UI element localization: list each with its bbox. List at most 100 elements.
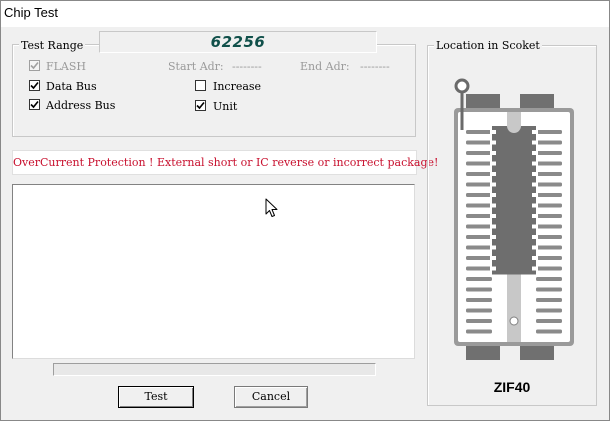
unit-label: Unit xyxy=(213,100,238,113)
socket-pin-right-19 xyxy=(536,319,562,323)
increase-checkbox[interactable] xyxy=(195,80,206,91)
checkmark-icon xyxy=(30,100,39,109)
socket-pin-right-4 xyxy=(536,161,562,166)
flash-label: FLASH xyxy=(46,60,87,73)
socket-pin-left-6 xyxy=(466,182,492,187)
checkmark-icon xyxy=(30,81,39,90)
socket-lever-knob xyxy=(454,78,470,94)
socket-pin-right-18 xyxy=(536,308,562,313)
test-log-area[interactable] xyxy=(12,184,415,359)
chip-pin-left-2 xyxy=(490,140,496,145)
socket-bottom-left-block xyxy=(466,344,500,360)
socket-type-label: ZIF40 xyxy=(493,379,531,395)
chip-name: 62256 xyxy=(210,33,266,51)
unit-checkbox[interactable] xyxy=(195,100,206,111)
socket-pin-right-20 xyxy=(536,329,562,334)
chip-pin-left-9 xyxy=(490,214,496,218)
socket-pin-left-10 xyxy=(466,224,492,229)
chip-pin-right-6 xyxy=(532,182,538,187)
cancel-button[interactable]: Cancel xyxy=(234,386,308,408)
start-adr-value: -------- xyxy=(232,60,262,73)
chip-pin-right-13 xyxy=(532,256,538,260)
socket-pin-left-4 xyxy=(466,161,492,166)
window-title: Chip Test xyxy=(4,5,58,20)
test-progress-bar xyxy=(53,363,376,376)
socket-pin-right-9 xyxy=(536,214,562,218)
chip-pin-left-4 xyxy=(490,161,496,166)
socket-pin-right-16 xyxy=(536,287,562,292)
socket-pin-left-20 xyxy=(466,329,492,334)
status-message: OverCurrent Protection ! External short … xyxy=(13,156,439,169)
socket-top-right-block xyxy=(520,94,554,110)
socket-pin-right-2 xyxy=(536,140,562,145)
socket-pin-left-9 xyxy=(466,214,492,218)
socket-pin-left-15 xyxy=(466,277,492,281)
chip-pin-left-5 xyxy=(490,172,496,176)
chip-pin-right-7 xyxy=(532,193,538,197)
chip-pin-right-10 xyxy=(532,224,538,229)
socket-pin-left-8 xyxy=(466,203,492,208)
chip-pin-left-7 xyxy=(490,193,496,197)
socket-pin-left-16 xyxy=(466,287,492,292)
chip-pin-right-9 xyxy=(532,214,538,218)
socket-pin-left-11 xyxy=(466,235,492,239)
socket-pin-left-2 xyxy=(466,140,492,145)
socket-pin-left-19 xyxy=(466,319,492,323)
data-bus-checkbox[interactable] xyxy=(29,80,40,91)
address-bus-checkbox[interactable] xyxy=(29,99,40,110)
socket-pin-left-18 xyxy=(466,308,492,313)
chip-pin-right-2 xyxy=(532,140,538,145)
socket-pin-right-6 xyxy=(536,182,562,187)
socket-hole-indicator xyxy=(509,316,519,326)
socket-pin-right-8 xyxy=(536,203,562,208)
increase-label: Increase xyxy=(213,80,262,93)
test-range-legend: Test Range xyxy=(19,39,86,52)
socket-bottom-right-block xyxy=(520,344,554,360)
test-button[interactable]: Test xyxy=(118,386,194,408)
socket-pin-right-10 xyxy=(536,224,562,229)
chip-pin-right-5 xyxy=(532,172,538,176)
chip-name-box: 62256 xyxy=(99,31,377,53)
socket-pin-left-5 xyxy=(466,172,492,176)
socket-pin-left-1 xyxy=(466,130,492,134)
chip-pin-left-11 xyxy=(490,235,496,239)
flash-checkbox[interactable] xyxy=(29,60,40,71)
chip-pin-left-14 xyxy=(490,266,496,271)
socket-pin-left-14 xyxy=(466,266,492,271)
chip-pin-left-3 xyxy=(490,151,496,155)
checkmark-icon xyxy=(30,61,39,70)
socket-pin-left-13 xyxy=(466,256,492,260)
chip-pin-left-1 xyxy=(490,130,496,134)
chip-pin-right-11 xyxy=(532,235,538,239)
chip-pin-right-3 xyxy=(532,151,538,155)
start-adr-label: Start Adr: xyxy=(168,60,224,73)
chip-pin-left-8 xyxy=(490,203,496,208)
socket-pin-right-14 xyxy=(536,266,562,271)
socket-pin-left-12 xyxy=(466,245,492,250)
chip-pin-left-10 xyxy=(490,224,496,229)
end-adr-value: -------- xyxy=(360,60,390,73)
chip-pin-right-8 xyxy=(532,203,538,208)
socket-pin-right-7 xyxy=(536,193,562,197)
title-bar[interactable] xyxy=(1,1,609,27)
mouse-cursor-icon xyxy=(265,198,278,217)
socket-pin-right-17 xyxy=(536,298,562,302)
chip-pin-right-12 xyxy=(532,245,538,250)
socket-pin-left-3 xyxy=(466,151,492,155)
status-message-box: OverCurrent Protection ! External short … xyxy=(12,150,439,175)
socket-pin-left-7 xyxy=(466,193,492,197)
socket-pin-left-17 xyxy=(466,298,492,302)
chip-pin-left-6 xyxy=(490,182,496,187)
socket-pin-right-5 xyxy=(536,172,562,176)
chip-pin-left-13 xyxy=(490,256,496,260)
address-bus-label: Address Bus xyxy=(46,99,116,112)
socket-location-legend: Location in Scoket xyxy=(434,39,542,52)
chip-pin-left-12 xyxy=(490,245,496,250)
socket-top-left-block xyxy=(466,94,500,110)
socket-pin-right-15 xyxy=(536,277,562,281)
socket-pin-right-11 xyxy=(536,235,562,239)
chip-pin-right-14 xyxy=(532,266,538,271)
socket-pin-right-12 xyxy=(536,245,562,250)
socket-pin-right-13 xyxy=(536,256,562,260)
chip-pin-right-4 xyxy=(532,161,538,166)
